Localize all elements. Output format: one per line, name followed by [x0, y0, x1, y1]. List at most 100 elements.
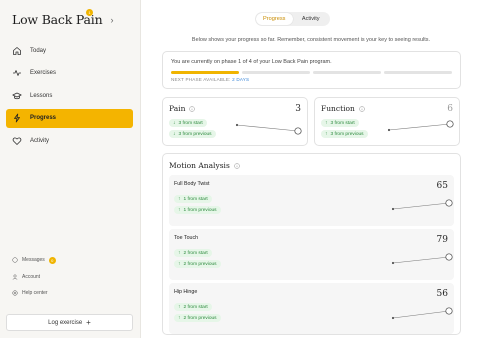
exercise-trend-chart [391, 199, 453, 211]
arrow-down-icon: ↓ [173, 120, 176, 126]
messages-label: Messages [22, 257, 45, 263]
function-from-start-text: 3 from start [330, 120, 355, 126]
account-label: Account [22, 273, 41, 280]
account-link[interactable]: Account [12, 273, 56, 281]
sidebar-item-exercises[interactable]: Exercises [6, 64, 133, 83]
arrow-up-icon: ↑ [178, 207, 181, 213]
exercise-value: 56 [436, 289, 448, 299]
exercise-row-toe-touch[interactable]: Toe Touch 79 ↑ 2 from start ↑ 2 from previ… [169, 229, 454, 280]
sidebar-item-label: Progress [30, 115, 57, 121]
arrow-up-icon: ↑ [178, 250, 181, 256]
chevron-right-icon: › [110, 14, 114, 25]
log-exercise-button[interactable]: Log exercise + [6, 314, 133, 331]
exercise-row-full-body-twist[interactable]: Full Body Twist 65 ↑ 1 from start ↑ 1 from… [169, 175, 454, 226]
sidebar-item-activity[interactable]: Activity [6, 131, 133, 150]
exercise-from-previous: ↑ 1 from previous [174, 206, 221, 214]
messages-badge: 0 [48, 256, 56, 264]
next-phase: NEXT PHASE AVAILABLE: 2 DAYS [171, 77, 452, 82]
tab-activity[interactable]: Activity [293, 13, 330, 25]
pain-from-previous-text: 3 from previous [178, 131, 212, 137]
pain-from-previous: ↓ 3 from previous [169, 130, 216, 138]
exercise-value: 79 [436, 235, 448, 245]
next-phase-days: 2 DAYS [232, 77, 250, 82]
arrow-up-icon: ↑ [178, 261, 181, 267]
messages-link[interactable]: Messages 0 [12, 256, 56, 264]
help-center-label: Help center [22, 290, 48, 296]
function-card: Function 6 ↑ 3 from start ↑ 3 from previou… [314, 97, 460, 146]
function-from-previous-text: 3 from previous [330, 131, 364, 137]
arrow-up-icon: ↑ [325, 131, 328, 137]
bolt-icon [14, 113, 20, 123]
function-title-text: Function [321, 104, 355, 113]
pain-from-start: ↓ 3 from start [169, 119, 207, 127]
info-icon[interactable] [234, 162, 240, 169]
sidebar-item-label: Lessons [30, 92, 53, 99]
exercise-from-start: ↑ 2 from start [174, 303, 212, 311]
function-trend-chart [387, 120, 454, 132]
exercise-name: Hip Hinge [174, 289, 198, 295]
phase-text: You are currently on phase 1 of 4 of you… [171, 59, 332, 65]
function-title: Function [321, 104, 453, 113]
arrow-up-icon: ↑ [178, 304, 181, 310]
exercise-row-hip-hinge[interactable]: Hip Hinge 56 ↑ 2 from start ↑ 2 from previ… [169, 283, 454, 334]
function-value: 6 [447, 104, 453, 114]
function-from-start: ↑ 3 from start [321, 119, 359, 127]
exercise-from-start-text: 2 from start [183, 250, 208, 256]
program-switcher[interactable]: Low Back Pain 1 › [12, 9, 114, 27]
info-icon[interactable] [189, 105, 196, 112]
arrow-down-icon: ↓ [173, 131, 176, 137]
phase-bar-2 [242, 71, 310, 74]
phase-bar-4 [384, 71, 452, 74]
function-from-previous: ↑ 3 from previous [321, 130, 368, 138]
main-content: Progress Activity Below shows your progr… [141, 0, 483, 338]
phase-bar-3 [313, 71, 381, 74]
view-toggle: Progress Activity [255, 12, 330, 26]
phase-progress-bars [171, 71, 452, 74]
arrow-up-icon: ↑ [178, 315, 181, 321]
motion-analysis-card: Motion Analysis Full Body Twist 65 ↑ 1 fr… [162, 153, 461, 335]
sidebar-item-label: Today [30, 47, 47, 54]
pain-card: Pain 3 ↓ 3 from start ↓ 3 from previous [162, 97, 308, 146]
sidebar-item-label: Activity [30, 137, 50, 144]
help-icon [12, 290, 18, 296]
exercise-from-start-text: 1 from start [183, 196, 208, 202]
user-icon [12, 274, 18, 280]
phase-card: You are currently on phase 1 of 4 of you… [162, 51, 461, 89]
motion-analysis-title: Motion Analysis [169, 161, 454, 170]
exercise-trend-chart [391, 307, 453, 320]
home-icon [13, 46, 21, 55]
exercise-from-previous-text: 1 from previous [183, 207, 217, 213]
tab-progress[interactable]: Progress [256, 13, 293, 25]
help-center-link[interactable]: Help center [12, 289, 56, 297]
activity-icon [13, 70, 21, 76]
exercise-from-start: ↑ 2 from start [174, 249, 212, 257]
exercise-value: 65 [436, 181, 448, 191]
exercise-name: Toe Touch [174, 235, 199, 241]
sidebar-nav: Today Exercises Lessons Progress Activit… [6, 41, 133, 154]
motion-analysis-title-text: Motion Analysis [169, 161, 230, 170]
sidebar-item-today[interactable]: Today [6, 41, 133, 60]
log-exercise-label: Log exercise [48, 319, 83, 326]
pain-value: 3 [295, 104, 301, 114]
program-badge: 1 [86, 9, 93, 16]
sidebar-item-lessons[interactable]: Lessons [6, 86, 133, 105]
graduation-cap-icon [12, 92, 22, 99]
pain-title: Pain [169, 104, 301, 113]
exercise-trend-chart [391, 253, 453, 265]
exercise-from-previous-text: 2 from previous [183, 315, 217, 321]
message-icon [12, 257, 18, 263]
exercise-from-start: ↑ 1 from start [174, 195, 212, 203]
sidebar-lower: Messages 0 Account Help center [12, 256, 56, 306]
plus-icon: + [86, 318, 91, 327]
next-phase-label: NEXT PHASE AVAILABLE: [171, 77, 231, 82]
info-icon[interactable] [359, 105, 365, 112]
exercise-from-previous: ↑ 2 from previous [174, 314, 221, 322]
sidebar-item-progress[interactable]: Progress [6, 108, 133, 128]
exercise-from-start-text: 2 from start [183, 304, 208, 310]
pain-from-start-text: 3 from start [178, 120, 203, 126]
intro-text: Below shows your progress so far. Rememb… [191, 37, 431, 43]
exercise-name: Full Body Twist [174, 181, 210, 187]
arrow-up-icon: ↑ [178, 196, 181, 202]
arrow-up-icon: ↑ [325, 120, 328, 126]
sidebar-item-label: Exercises [30, 70, 57, 76]
